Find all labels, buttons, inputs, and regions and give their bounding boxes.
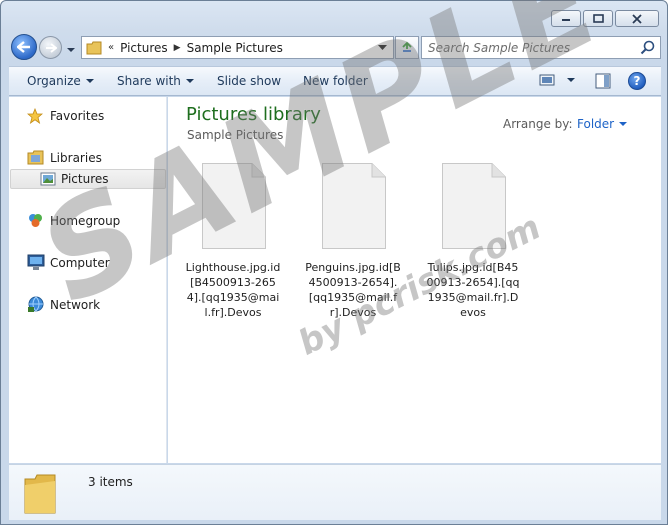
pictures-icon — [40, 172, 56, 186]
chevron-down-icon — [67, 48, 75, 52]
address-bar[interactable]: « Pictures ▶ Sample Pictures — [81, 36, 394, 59]
help-button[interactable]: ? — [628, 72, 646, 90]
organize-label: Organize — [27, 74, 81, 88]
breadcrumb-overflow[interactable]: « — [108, 42, 114, 53]
nav-label: Favorites — [50, 109, 105, 123]
new-folder-label: New folder — [303, 74, 368, 88]
command-bar: Organize Share with Slide show New folde… — [9, 66, 661, 96]
arrange-by-dropdown[interactable]: Folder — [577, 117, 628, 131]
recent-pages-button[interactable] — [66, 42, 76, 56]
arrange-by-value: Folder — [577, 117, 615, 131]
nav-item-computer[interactable]: Computer — [9, 253, 167, 273]
navigation-pane: Favorites Libraries Pictures Homegroup C… — [9, 97, 167, 463]
preview-pane-button[interactable] — [595, 73, 611, 92]
nav-label: Homegroup — [50, 214, 121, 228]
library-subtitle: Sample Pictures — [187, 128, 284, 142]
chevron-down-icon — [85, 79, 94, 83]
arrow-right-icon — [45, 42, 57, 53]
new-folder-button[interactable]: New folder — [303, 74, 368, 88]
network-icon — [28, 296, 44, 312]
breadcrumb-separator-icon[interactable]: ▶ — [174, 43, 181, 53]
libraries-icon — [27, 150, 44, 165]
nav-label: Pictures — [61, 172, 109, 186]
nav-item-network[interactable]: Network — [9, 295, 167, 315]
slide-show-label: Slide show — [217, 74, 282, 88]
file-item[interactable]: Lighthouse.jpg.id[B4500913-2654].[qq1935… — [185, 163, 281, 320]
refresh-button[interactable] — [395, 36, 419, 59]
minimize-button[interactable] — [551, 10, 581, 27]
file-item[interactable]: Penguins.jpg.id[B4500913-2654].[qq1935@m… — [305, 163, 401, 320]
share-with-label: Share with — [117, 74, 181, 88]
help-icon: ? — [633, 74, 641, 88]
nav-label: Network — [50, 298, 101, 312]
nav-item-homegroup[interactable]: Homegroup — [9, 211, 167, 231]
breadcrumb-sample-pictures[interactable]: Sample Pictures — [187, 41, 283, 55]
file-icon — [322, 163, 386, 249]
minimize-icon — [562, 18, 570, 21]
details-pane: 3 items — [9, 464, 661, 520]
nav-label: Computer — [50, 256, 110, 270]
folder-icon — [24, 474, 56, 514]
share-with-menu[interactable]: Share with — [117, 74, 194, 88]
change-view-button[interactable] — [539, 73, 575, 87]
chevron-down-icon[interactable] — [378, 45, 387, 51]
close-button[interactable] — [615, 10, 659, 27]
breadcrumb-pictures[interactable]: Pictures — [120, 41, 168, 55]
file-icon — [202, 163, 266, 249]
maximize-button[interactable] — [583, 10, 613, 27]
organize-menu[interactable]: Organize — [27, 74, 94, 88]
close-icon — [632, 13, 642, 24]
file-list-pane: Pictures library Sample Pictures Arrange… — [168, 97, 661, 463]
file-icon — [442, 163, 506, 249]
preview-pane-icon — [595, 73, 611, 89]
nav-item-pictures[interactable]: Pictures — [10, 169, 166, 189]
file-name: Tulips.jpg.id[B4500913-2654].[qq1935@mai… — [426, 261, 520, 319]
item-count: 3 items — [88, 475, 133, 489]
page-title: Pictures library — [186, 104, 321, 125]
chevron-down-icon — [185, 79, 194, 83]
back-button[interactable] — [11, 34, 37, 60]
nav-item-libraries[interactable]: Libraries — [9, 148, 167, 168]
chevron-down-icon — [619, 122, 628, 126]
arrange-by-label: Arrange by: — [503, 117, 573, 131]
file-item[interactable]: Tulips.jpg.id[B4500913-2654].[qq1935@mai… — [425, 163, 521, 320]
chevron-down-icon — [567, 78, 575, 82]
nav-label: Libraries — [50, 151, 102, 165]
computer-icon — [27, 254, 45, 270]
search-input[interactable] — [422, 37, 622, 58]
file-name: Lighthouse.jpg.id[B4500913-2654].[qq1935… — [185, 261, 281, 319]
star-icon — [27, 108, 43, 124]
view-icon — [539, 74, 555, 86]
folder-icon — [86, 41, 102, 54]
homegroup-icon — [29, 214, 42, 227]
navigation-bar: « Pictures ▶ Sample Pictures — [9, 33, 661, 61]
search-box — [421, 36, 661, 59]
refresh-icon — [402, 41, 412, 52]
search-icon[interactable] — [640, 40, 655, 55]
slide-show-button[interactable]: Slide show — [217, 74, 281, 88]
nav-item-favorites[interactable]: Favorites — [9, 106, 167, 126]
maximize-icon — [592, 14, 604, 23]
explorer-window: « Pictures ▶ Sample Pictures Organize Sh… — [0, 0, 668, 525]
caption-buttons — [551, 10, 659, 27]
arrow-left-icon — [17, 41, 30, 53]
file-name: Penguins.jpg.id[B4500913-2654].[qq1935@m… — [305, 261, 401, 319]
forward-button[interactable] — [39, 36, 62, 59]
